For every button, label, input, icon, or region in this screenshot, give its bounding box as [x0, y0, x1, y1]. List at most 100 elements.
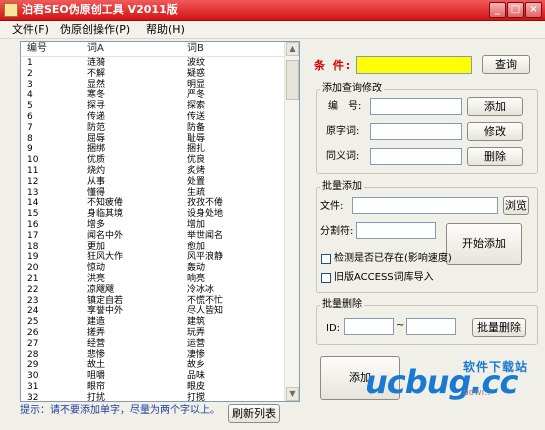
list-row[interactable]: 1 涟漪 波纹: [21, 58, 285, 69]
row-word-b: 轰动: [187, 263, 206, 274]
scroll-down-icon[interactable]: ▼: [286, 387, 299, 401]
row-word-a: 凉飕飕: [87, 284, 115, 295]
row-word-a: 洪亮: [87, 273, 106, 284]
list-row[interactable]: 29 故土 故乡: [21, 360, 285, 371]
list-row[interactable]: 6 传递 传送: [21, 112, 285, 123]
refresh-list-button[interactable]: 刷新列表: [228, 404, 280, 423]
list-row[interactable]: 31 眼帘 眼皮: [21, 382, 285, 393]
row-word-a: 懂得: [87, 187, 106, 198]
list-scrollbar[interactable]: ▲ ▼: [284, 42, 299, 401]
browse-button[interactable]: 浏览: [503, 196, 529, 215]
synonym-input[interactable]: [370, 148, 462, 165]
list-row[interactable]: 17 闻名中外 举世闻名: [21, 231, 285, 242]
row-id: 6: [27, 111, 33, 122]
list-row[interactable]: 12 从事 处置: [21, 177, 285, 188]
list-row[interactable]: 8 屈辱 耻辱: [21, 134, 285, 145]
list-row[interactable]: 25 建造 建筑: [21, 317, 285, 328]
row-word-b: 明显: [187, 79, 206, 90]
row-id: 20: [27, 263, 39, 274]
close-button[interactable]: ×: [525, 2, 542, 18]
row-id: 30: [27, 371, 39, 382]
list-row[interactable]: 20 惊动 轰动: [21, 263, 285, 274]
row-id: 5: [27, 101, 33, 112]
col-header-word-a[interactable]: 词A: [87, 43, 104, 55]
list-row[interactable]: 15 身临其境 设身处地: [21, 209, 285, 220]
list-row[interactable]: 26 搓弄 玩弄: [21, 328, 285, 339]
condition-input[interactable]: [356, 56, 472, 74]
list-row[interactable]: 18 更加 愈加: [21, 242, 285, 253]
row-word-b: 凄惨: [187, 349, 206, 360]
list-row[interactable]: 3 显然 明显: [21, 80, 285, 91]
id-input[interactable]: [370, 98, 462, 115]
condition-label: 条 件:: [314, 59, 353, 72]
col-header-id[interactable]: 编号: [27, 43, 47, 55]
minimize-button[interactable]: _: [489, 2, 506, 18]
row-id: 25: [27, 317, 39, 328]
list-row[interactable]: 10 优质 优良: [21, 155, 285, 166]
list-row[interactable]: 2 不解 疑惑: [21, 69, 285, 80]
list-row[interactable]: 7 防范 防备: [21, 123, 285, 134]
list-row[interactable]: 11 烧灼 炙烤: [21, 166, 285, 177]
row-word-a: 镇定自若: [87, 295, 124, 306]
list-row[interactable]: 24 享誉中外 尽人皆知: [21, 306, 285, 317]
delete-button[interactable]: 删除: [467, 147, 523, 166]
row-word-a: 增多: [87, 219, 106, 230]
list-row[interactable]: 5 探寻 探索: [21, 101, 285, 112]
row-id: 13: [27, 187, 39, 198]
orig-word-input[interactable]: [370, 123, 462, 140]
menu-rewrite-ops[interactable]: 伪原创操作(P): [60, 23, 130, 37]
row-id: 9: [27, 144, 33, 155]
row-id: 32: [27, 392, 39, 402]
list-row[interactable]: 23 镇定自若 不慌不忙: [21, 296, 285, 307]
list-row[interactable]: 14 不知疲倦 孜孜不倦: [21, 198, 285, 209]
query-button[interactable]: 查询: [482, 55, 530, 74]
add-button[interactable]: 添加: [467, 97, 523, 116]
list-row[interactable]: 9 捆绑 捆扎: [21, 144, 285, 155]
list-row[interactable]: 32 打扰 打搅: [21, 392, 285, 402]
row-word-a: 悲惨: [87, 349, 106, 360]
old-access-checkbox[interactable]: [321, 273, 331, 283]
id-range-tilde: ~: [396, 320, 405, 331]
start-add-button[interactable]: 开始添加: [446, 223, 522, 265]
row-word-b: 耻辱: [187, 133, 206, 144]
col-header-word-b[interactable]: 词B: [187, 43, 204, 55]
row-word-a: 优质: [87, 155, 106, 166]
list-row[interactable]: 19 狂风大作 风平浪静: [21, 252, 285, 263]
id-label: 编 号:: [328, 101, 362, 112]
row-word-a: 咀嚼: [87, 371, 106, 382]
row-word-b: 眼皮: [187, 381, 206, 392]
menu-file[interactable]: 文件(F): [12, 23, 49, 37]
id-range-label: ID:: [326, 323, 341, 334]
row-id: 8: [27, 133, 33, 144]
list-row[interactable]: 27 经营 运营: [21, 339, 285, 350]
row-word-b: 处置: [187, 176, 206, 187]
word-list[interactable]: 编号 词A 词B 1 涟漪 波纹 2 不解 疑惑 3 显然 明显 4 寒冬 严冬 5 探寻 探索 6 传递 传送 7…: [20, 41, 300, 402]
maximize-button[interactable]: □: [507, 2, 524, 18]
row-word-b: 炙烤: [187, 165, 206, 176]
list-row[interactable]: 22 凉飕飕 冷冰冰: [21, 285, 285, 296]
separator-input[interactable]: [356, 222, 436, 239]
file-path-input[interactable]: [352, 197, 498, 214]
list-row[interactable]: 28 悲惨 凄惨: [21, 350, 285, 361]
batch-delete-button[interactable]: 批量删除: [472, 318, 526, 337]
row-word-a: 从事: [87, 176, 106, 187]
scroll-thumb[interactable]: [286, 60, 299, 100]
row-word-a: 建造: [87, 317, 106, 328]
check-exists-checkbox[interactable]: [321, 254, 331, 264]
list-row[interactable]: 16 增多 增加: [21, 220, 285, 231]
list-row[interactable]: 30 咀嚼 品味: [21, 371, 285, 382]
modify-button[interactable]: 修改: [467, 122, 523, 141]
id-from-input[interactable]: [344, 318, 394, 335]
row-word-a: 涟漪: [87, 58, 106, 68]
row-word-a: 搓弄: [87, 327, 106, 338]
menu-help[interactable]: 帮助(H): [146, 23, 185, 37]
row-word-b: 防备: [187, 122, 206, 133]
row-word-b: 孜孜不倦: [187, 198, 224, 209]
row-id: 21: [27, 273, 39, 284]
list-row[interactable]: 21 洪亮 响亮: [21, 274, 285, 285]
row-word-a: 探寻: [87, 101, 106, 112]
list-row[interactable]: 4 寒冬 严冬: [21, 90, 285, 101]
scroll-up-icon[interactable]: ▲: [286, 42, 299, 56]
list-row[interactable]: 13 懂得 生疏: [21, 188, 285, 199]
id-to-input[interactable]: [406, 318, 456, 335]
